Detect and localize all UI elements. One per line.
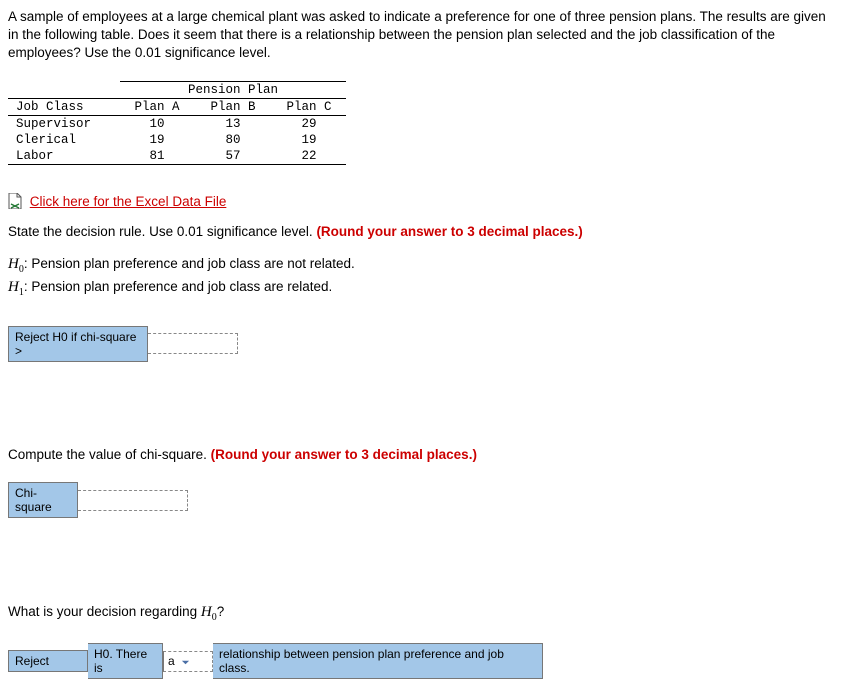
hypothesis-h1: H1: Pension plan preference and job clas… (8, 277, 835, 300)
cell: 57 (195, 148, 271, 164)
relationship-select[interactable]: a (163, 651, 213, 672)
q2-prompt: Compute the value of chi-square. (Round … (8, 446, 835, 465)
table-row: Labor 81 57 22 (8, 148, 347, 164)
rounding-note: (Round your answer to 3 decimal places.) (211, 447, 477, 462)
q1-prompt-text: State the decision rule. Use 0.01 signif… (8, 224, 316, 239)
critical-value-input[interactable] (148, 333, 238, 354)
decision-tail-cell: relationship between pension plan prefer… (213, 643, 543, 679)
q1-prompt: State the decision rule. Use 0.01 signif… (8, 223, 835, 242)
select-value: a (168, 654, 175, 668)
cell: 80 (195, 132, 271, 148)
col-plan-b: Plan B (195, 99, 271, 115)
cell: 10 (119, 116, 195, 132)
table-group-header: Pension Plan (119, 82, 347, 98)
cell: 19 (271, 132, 347, 148)
excel-data-file-link[interactable]: Click here for the Excel Data File (30, 194, 227, 209)
chevron-down-icon (181, 654, 190, 668)
decision-reject-cell: Reject (8, 650, 88, 672)
cell: 13 (195, 116, 271, 132)
q3-prompt: What is your decision regarding H0? (8, 602, 835, 625)
row-label: Labor (8, 148, 119, 164)
file-icon (8, 193, 22, 209)
problem-intro: A sample of employees at a large chemica… (8, 8, 835, 63)
table-row-header: Job Class (8, 99, 119, 115)
cell: 22 (271, 148, 347, 164)
col-plan-a: Plan A (119, 99, 195, 115)
q1-label: Reject H0 if chi-square > (8, 326, 148, 362)
row-label: Clerical (8, 132, 119, 148)
rounding-note: (Round your answer to 3 decimal places.) (316, 224, 582, 239)
q2-label: Chi-square (8, 482, 78, 518)
cell: 19 (119, 132, 195, 148)
chi-square-input[interactable] (78, 490, 188, 511)
decision-thereis-cell: H0. There is (88, 643, 163, 679)
data-table: Pension Plan Job Class Plan A Plan B Pla… (8, 81, 348, 165)
col-plan-c: Plan C (271, 99, 347, 115)
q2-prompt-text: Compute the value of chi-square. (8, 447, 211, 462)
cell: 29 (271, 116, 347, 132)
q3-prompt-text: What is your decision regarding (8, 604, 201, 619)
row-label: Supervisor (8, 116, 119, 132)
table-row: Supervisor 10 13 29 (8, 116, 347, 132)
hypothesis-h0: H0: Pension plan preference and job clas… (8, 254, 835, 277)
cell: 81 (119, 148, 195, 164)
table-row: Clerical 19 80 19 (8, 132, 347, 148)
